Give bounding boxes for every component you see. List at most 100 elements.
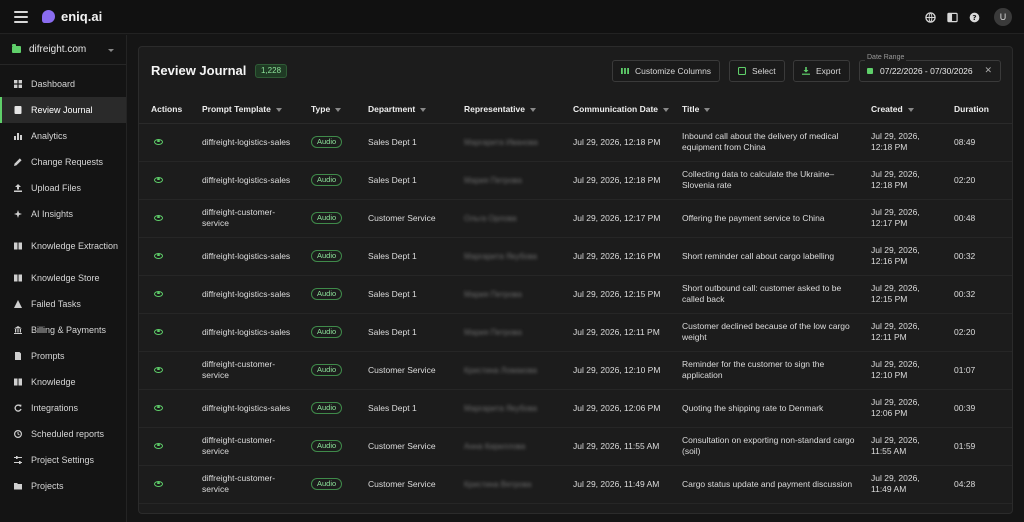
sidebar-item-failed-tasks[interactable]: Failed Tasks bbox=[0, 291, 126, 317]
sort-icon bbox=[704, 107, 711, 112]
table-row[interactable]: diffreight-logistics-sales Audio Sales Dep… bbox=[139, 275, 1012, 314]
sort-icon bbox=[335, 107, 342, 112]
communication-date-cell: Jul 29, 2026, 12:18 PM bbox=[561, 161, 670, 200]
sidebar-item-billing-payments[interactable]: Billing & Payments bbox=[0, 317, 126, 343]
view-icon[interactable] bbox=[154, 252, 163, 259]
avatar[interactable]: U bbox=[994, 8, 1012, 26]
sidebar-item-label: Knowledge Store bbox=[31, 273, 100, 283]
view-icon[interactable] bbox=[154, 442, 163, 449]
representative-name: Ольга Орлова bbox=[464, 213, 517, 223]
type-badge: Audio bbox=[311, 136, 343, 148]
sidebar-item-dashboard[interactable]: Dashboard bbox=[0, 71, 126, 97]
book-icon bbox=[14, 242, 22, 250]
table-header-row: Actions Prompt Template Type Department … bbox=[139, 95, 1012, 124]
representative-name: Анна Кириллова bbox=[464, 441, 526, 451]
sidebar-item-knowledge-store[interactable]: Knowledge Store bbox=[0, 265, 126, 291]
duration-cell: 01:59 bbox=[942, 427, 1012, 466]
type-badge: Audio bbox=[311, 212, 343, 224]
sparkle-icon bbox=[14, 210, 22, 218]
date-range-label: Date Range bbox=[865, 54, 907, 61]
type-cell: Audio bbox=[299, 313, 356, 352]
view-icon[interactable] bbox=[154, 480, 163, 487]
view-icon[interactable] bbox=[154, 328, 163, 335]
sidebar-item-knowledge-extraction[interactable]: Knowledge Extraction bbox=[0, 227, 126, 265]
folder-icon bbox=[14, 482, 22, 490]
representative-name: Маргарита Иванова bbox=[464, 137, 538, 147]
type-cell: Audio bbox=[299, 465, 356, 504]
help-icon[interactable]: ? bbox=[968, 11, 980, 23]
project-selector[interactable]: difreight.com bbox=[0, 35, 126, 65]
sidebar-item-label: Integrations bbox=[31, 403, 79, 413]
table-row[interactable]: diffreight-customer-service Audio Customer… bbox=[139, 427, 1012, 466]
type-cell: Audio bbox=[299, 389, 356, 428]
column-header-type[interactable]: Type bbox=[299, 95, 356, 124]
table-row[interactable]: diffreight-customer-service Audio Customer… bbox=[139, 351, 1012, 390]
customize-columns-button[interactable]: Customize Columns bbox=[612, 60, 721, 82]
view-icon[interactable] bbox=[154, 214, 163, 221]
table-row[interactable]: diffreight-logistics-sales Audio Sales Dep… bbox=[139, 123, 1012, 162]
sidebar-item-project-settings[interactable]: Project Settings bbox=[0, 447, 126, 473]
clear-icon[interactable]: ✕ bbox=[984, 65, 992, 76]
select-button[interactable]: Select bbox=[729, 60, 785, 82]
globe-icon[interactable] bbox=[924, 11, 936, 23]
date-range-value: 07/22/2026 - 07/30/2026 bbox=[880, 66, 973, 76]
column-header-department[interactable]: Department bbox=[356, 95, 452, 124]
sidebar-item-integrations[interactable]: Integrations bbox=[0, 395, 126, 421]
column-header-created[interactable]: Created bbox=[859, 95, 942, 124]
view-icon[interactable] bbox=[154, 176, 163, 183]
title-cell: Offering the payment service to China bbox=[670, 199, 859, 238]
review-journal-card: Review Journal 1,228 Customize Columns S… bbox=[138, 46, 1013, 514]
table-row[interactable]: diffreight-logistics-sales Audio Sales Dep… bbox=[139, 389, 1012, 428]
date-range-field[interactable]: 07/22/2026 - 07/30/2026 ✕ bbox=[859, 60, 1001, 82]
sidebar-item-review-journal[interactable]: Review Journal bbox=[0, 97, 126, 123]
sidebar-item-label: Billing & Payments bbox=[31, 325, 107, 335]
column-header-communication-date[interactable]: Communication Date bbox=[561, 95, 670, 124]
column-header-prompt-template[interactable]: Prompt Template bbox=[190, 95, 299, 124]
menu-icon[interactable] bbox=[14, 10, 28, 23]
table-row[interactable]: diffreight-logistics-sales Audio Sales Dep… bbox=[139, 313, 1012, 352]
book-icon bbox=[14, 274, 22, 282]
export-button[interactable]: Export bbox=[793, 60, 850, 82]
table-row[interactable]: diffreight-customer-service Audio Customer… bbox=[139, 465, 1012, 504]
sidebar-item-upload-files[interactable]: Upload Files bbox=[0, 175, 126, 201]
prompt-template-cell: diffreight-logistics-sales bbox=[190, 161, 299, 200]
representative-cell: Маргарита Якубова bbox=[452, 237, 561, 276]
logo-icon bbox=[42, 10, 55, 23]
sort-icon bbox=[663, 107, 670, 112]
select-label: Select bbox=[752, 66, 776, 76]
document-icon bbox=[14, 352, 22, 360]
view-icon[interactable] bbox=[154, 404, 163, 411]
view-icon[interactable] bbox=[154, 138, 163, 145]
communication-date-cell: Jul 29, 2026, 12:11 PM bbox=[561, 313, 670, 352]
representative-cell: Кристина Ломакова bbox=[452, 351, 561, 390]
view-icon[interactable] bbox=[154, 290, 163, 297]
sidebar-item-prompts[interactable]: Prompts bbox=[0, 343, 126, 369]
type-cell: Audio bbox=[299, 123, 356, 162]
created-cell: Jul 29, 2026, 12:16 PM bbox=[859, 237, 942, 276]
sidebar-toggle-icon[interactable] bbox=[946, 11, 958, 23]
type-cell: Audio bbox=[299, 237, 356, 276]
column-header-representative[interactable]: Representative bbox=[452, 95, 561, 124]
table-row[interactable]: diffreight-logistics-sales Audio Sales Dep… bbox=[139, 237, 1012, 276]
type-badge: Audio bbox=[311, 364, 343, 376]
bank-icon bbox=[14, 326, 22, 334]
prompt-template-cell: diffreight-customer-service bbox=[190, 427, 299, 466]
sidebar-item-label: Scheduled reports bbox=[31, 429, 105, 439]
sidebar-item-change-requests[interactable]: Change Requests bbox=[0, 149, 126, 175]
created-cell: Jul 29, 2026, 12:18 PM bbox=[859, 123, 942, 162]
representative-cell: Мария Петрова bbox=[452, 313, 561, 352]
sidebar-item-label: Projects bbox=[31, 481, 64, 491]
duration-cell: 08:49 bbox=[942, 123, 1012, 162]
column-header-title[interactable]: Title bbox=[670, 95, 859, 124]
view-icon[interactable] bbox=[154, 366, 163, 373]
sidebar-item-ai-insights[interactable]: AI Insights bbox=[0, 201, 126, 227]
sidebar-item-knowledge[interactable]: Knowledge bbox=[0, 369, 126, 395]
table-row[interactable]: diffreight-customer-service Audio Customer… bbox=[139, 199, 1012, 238]
table-row[interactable]: diffreight-logistics-sales Audio Sales Dep… bbox=[139, 161, 1012, 200]
representative-cell: Анна Кириллова bbox=[452, 427, 561, 466]
customize-columns-label: Customize Columns bbox=[635, 66, 712, 76]
sidebar-item-projects[interactable]: Projects bbox=[0, 473, 126, 499]
sidebar-item-analytics[interactable]: Analytics bbox=[0, 123, 126, 149]
actions-cell bbox=[139, 275, 190, 314]
sidebar-item-scheduled-reports[interactable]: Scheduled reports bbox=[0, 421, 126, 447]
